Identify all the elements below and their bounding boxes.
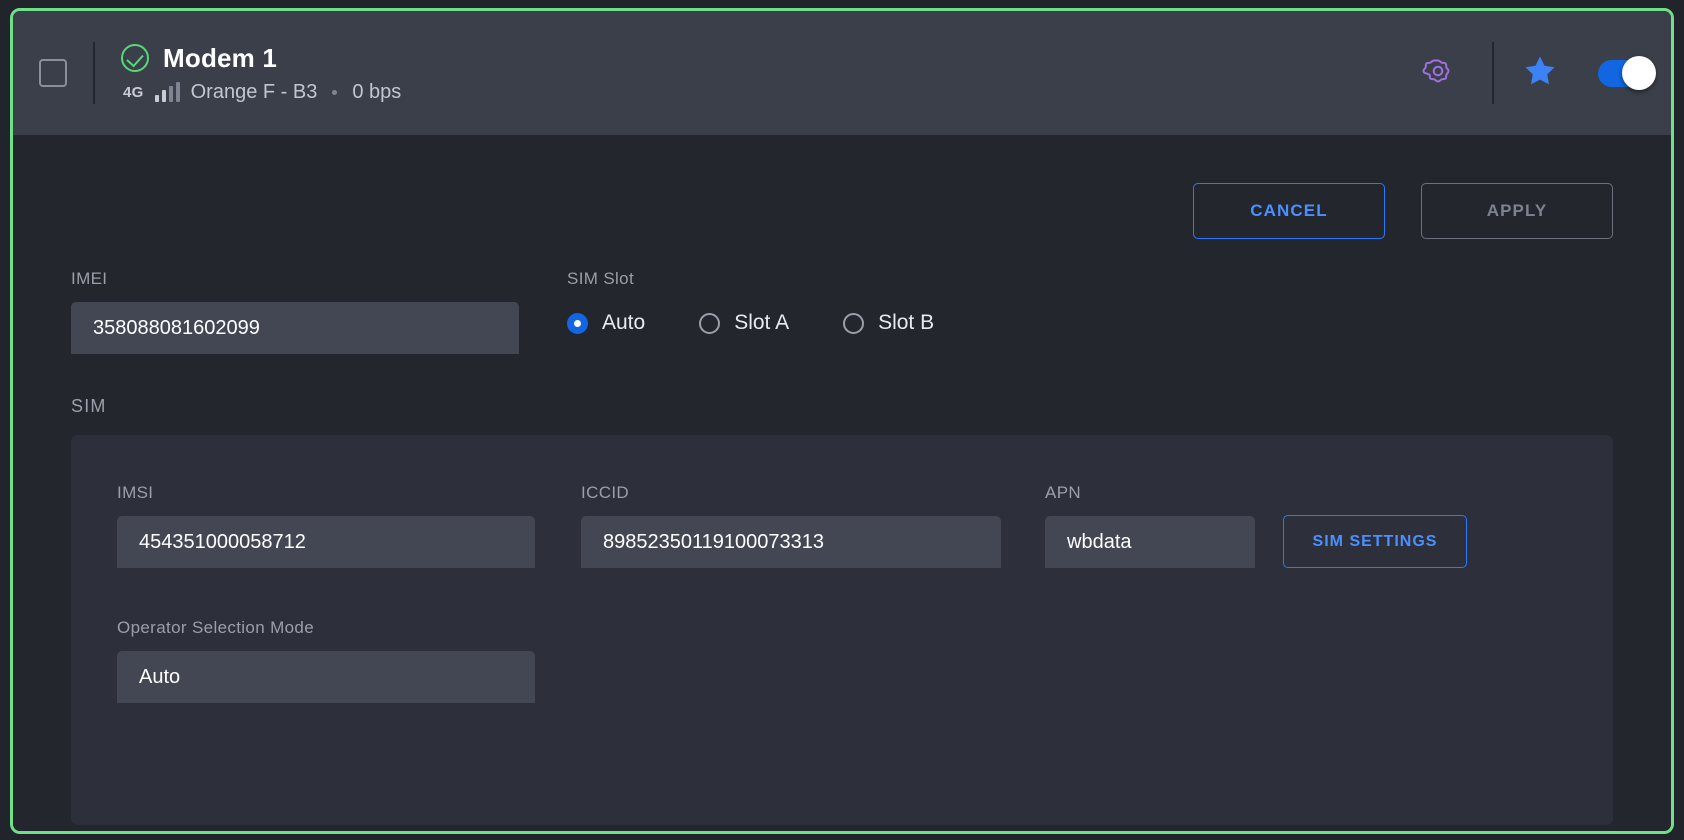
gear-icon[interactable] <box>1420 53 1456 94</box>
modem-select-checkbox[interactable] <box>39 59 67 87</box>
sim-slot-option-label: Slot B <box>878 311 934 335</box>
check-circle-icon <box>121 44 149 72</box>
modem-meta-row: 4G Orange F - B3 0 bps <box>121 81 1420 104</box>
sim-fields-row: IMSI 454351000058712 ICCID 8985235011910… <box>117 483 1567 568</box>
sim-section-title: SIM <box>71 396 1613 417</box>
modem-card: Modem 1 4G Orange F - B3 0 bps <box>10 8 1674 834</box>
iccid-field-group: ICCID 89852350119100073313 <box>581 483 1001 568</box>
signal-bars-icon <box>155 82 180 102</box>
sim-panel: IMSI 454351000058712 ICCID 8985235011910… <box>71 435 1613 825</box>
star-icon[interactable] <box>1524 55 1556 91</box>
header-actions-divider <box>1492 42 1494 104</box>
imsi-label: IMSI <box>117 483 535 503</box>
throughput-label: 0 bps <box>352 81 401 104</box>
sim-slot-label: SIM Slot <box>567 269 988 289</box>
cancel-button[interactable]: CANCEL <box>1193 183 1385 239</box>
imei-input[interactable]: 358088081602099 <box>71 302 519 354</box>
operator-label: Orange F - B3 <box>191 81 318 104</box>
imsi-field-group: IMSI 454351000058712 <box>117 483 535 568</box>
modem-identity: Modem 1 4G Orange F - B3 0 bps <box>121 43 1420 104</box>
imsi-input[interactable]: 454351000058712 <box>117 516 535 568</box>
operator-mode-select[interactable]: Auto <box>117 651 535 703</box>
sim-slot-option-auto[interactable]: Auto <box>567 311 645 335</box>
network-generation-label: 4G <box>123 84 144 101</box>
apn-field-group: APN wbdata <box>1045 483 1255 568</box>
apn-label: APN <box>1045 483 1255 503</box>
iccid-label: ICCID <box>581 483 1001 503</box>
operator-mode-label: Operator Selection Mode <box>117 618 535 638</box>
modem-title: Modem 1 <box>163 43 277 74</box>
sim-settings-button[interactable]: SIM SETTINGS <box>1283 515 1467 568</box>
sim-slot-group: SIM Slot Auto Slot A Slot B <box>567 269 988 354</box>
modem-body: CANCEL APPLY IMEI 358088081602099 SIM Sl… <box>13 135 1671 831</box>
modem-header: Modem 1 4G Orange F - B3 0 bps <box>13 11 1671 135</box>
sim-slot-option-slot-b[interactable]: Slot B <box>843 311 934 335</box>
top-fields-row: IMEI 358088081602099 SIM Slot Auto Slot … <box>71 269 1613 354</box>
sim-slot-option-slot-a[interactable]: Slot A <box>699 311 789 335</box>
action-bar: CANCEL APPLY <box>71 135 1613 239</box>
apn-input[interactable]: wbdata <box>1045 516 1255 568</box>
radio-mark-icon <box>843 313 864 334</box>
toggle-knob <box>1622 56 1656 90</box>
apply-button[interactable]: APPLY <box>1421 183 1613 239</box>
sim-slot-radio-group: Auto Slot A Slot B <box>567 311 988 335</box>
radio-mark-icon <box>699 313 720 334</box>
header-divider <box>93 42 95 104</box>
modem-title-row: Modem 1 <box>121 43 1420 74</box>
operator-mode-group: Operator Selection Mode Auto <box>117 618 535 703</box>
radio-mark-icon <box>567 313 588 334</box>
modem-enable-toggle[interactable] <box>1598 60 1653 87</box>
sim-slot-option-label: Auto <box>602 311 645 335</box>
meta-separator-dot <box>332 90 337 95</box>
imei-field-group: IMEI 358088081602099 <box>71 269 519 354</box>
iccid-input[interactable]: 89852350119100073313 <box>581 516 1001 568</box>
header-actions <box>1420 42 1653 104</box>
imei-label: IMEI <box>71 269 519 289</box>
sim-slot-option-label: Slot A <box>734 311 789 335</box>
